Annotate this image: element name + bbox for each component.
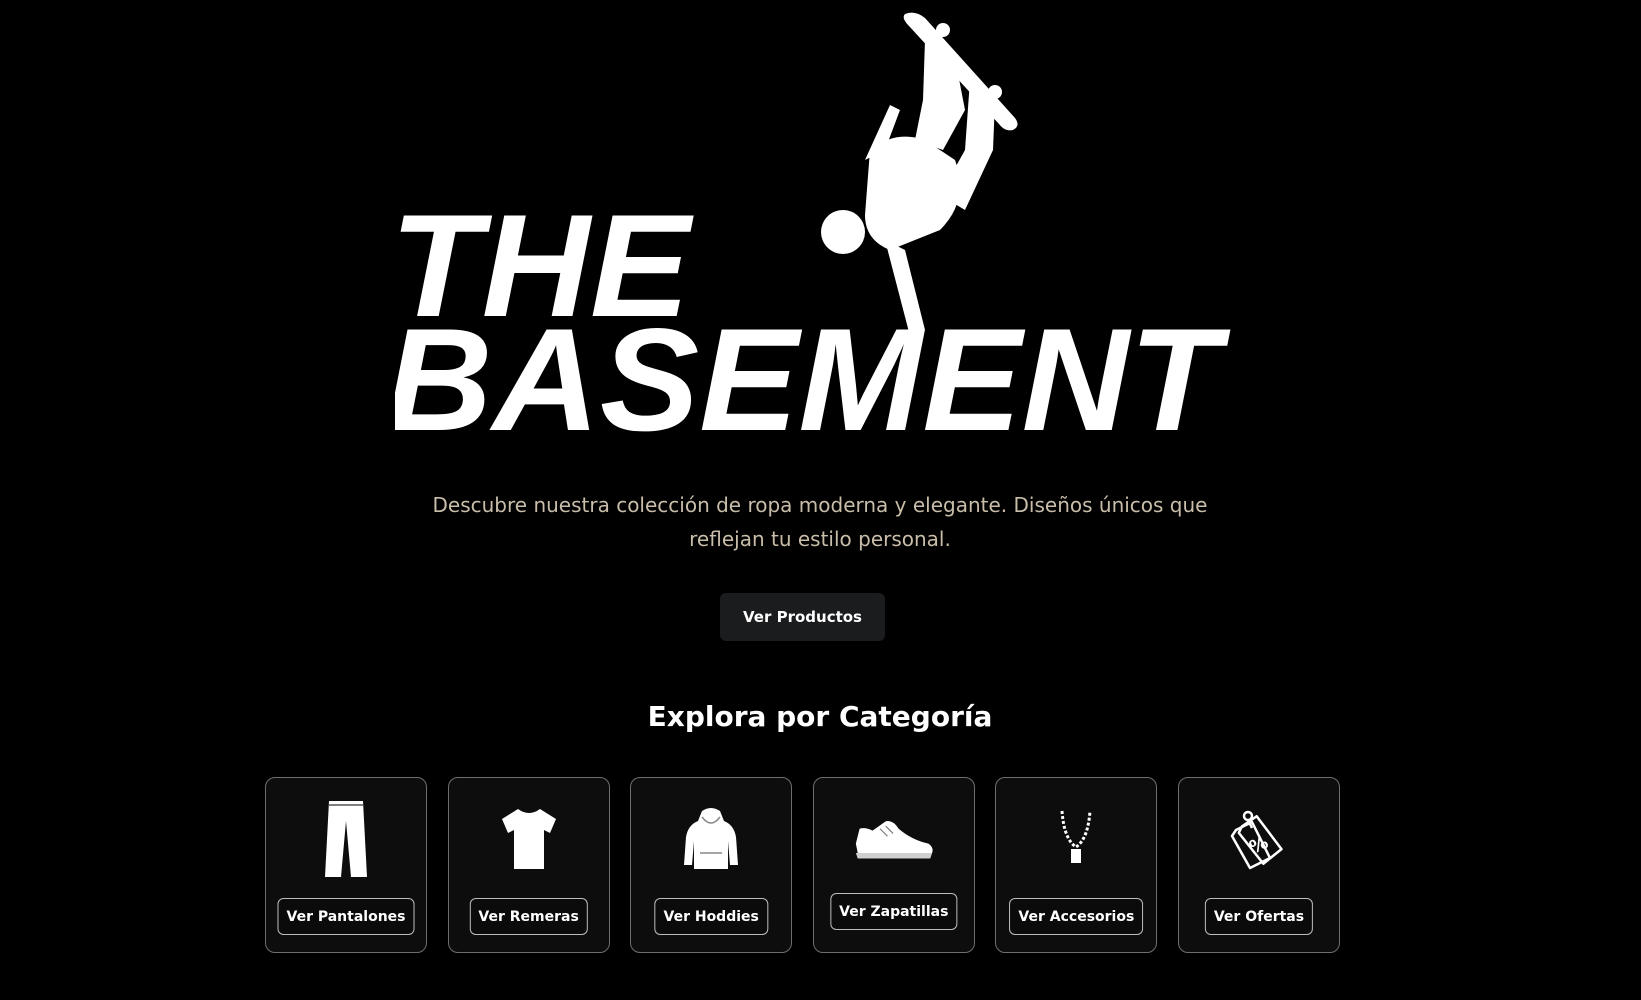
- brand-line-basement: BASEMENT: [395, 298, 1231, 450]
- categories-title: Explora por Categoría: [647, 700, 993, 733]
- skateboarder-silhouette-icon: [821, 12, 1018, 336]
- hero-tagline: Descubre nuestra colección de ropa moder…: [432, 493, 1208, 551]
- sneaker-icon: [854, 798, 934, 880]
- hoodie-icon: [671, 798, 751, 880]
- category-card-offers[interactable]: % Ver Ofertas: [1177, 777, 1340, 953]
- brand-logo-graphic: THE BASEMENT: [395, 12, 1231, 450]
- view-accessories-button[interactable]: Ver Accesorios: [1009, 898, 1144, 935]
- necklace-icon: [1036, 798, 1116, 880]
- view-products-button[interactable]: Ver Productos: [720, 593, 885, 641]
- category-card-accessories[interactable]: Ver Accesorios: [995, 777, 1158, 953]
- view-sneakers-button[interactable]: Ver Zapatillas: [830, 893, 958, 930]
- category-card-pants[interactable]: Ver Pantalones: [265, 777, 427, 953]
- category-card-tshirts[interactable]: Ver Remeras: [447, 777, 610, 953]
- category-card-sneakers[interactable]: Ver Zapatillas: [812, 777, 975, 953]
- view-offers-button[interactable]: Ver Ofertas: [1204, 898, 1314, 935]
- pants-icon: [306, 798, 386, 880]
- discount-tag-icon: %: [1219, 798, 1299, 880]
- home-page: THE BASEMENT Descubre nuestra colección …: [0, 0, 1641, 1000]
- brand-logo[interactable]: THE BASEMENT: [395, 0, 1255, 450]
- category-list: Ver Pantalones Ver Remeras Ver Hoddies V…: [265, 777, 1340, 955]
- view-hoodies-button[interactable]: Ver Hoddies: [654, 898, 768, 935]
- view-pants-button[interactable]: Ver Pantalones: [277, 898, 415, 935]
- tshirt-icon: [489, 798, 569, 880]
- category-card-hoodies[interactable]: Ver Hoddies: [630, 777, 793, 953]
- view-tshirts-button[interactable]: Ver Remeras: [469, 898, 588, 935]
